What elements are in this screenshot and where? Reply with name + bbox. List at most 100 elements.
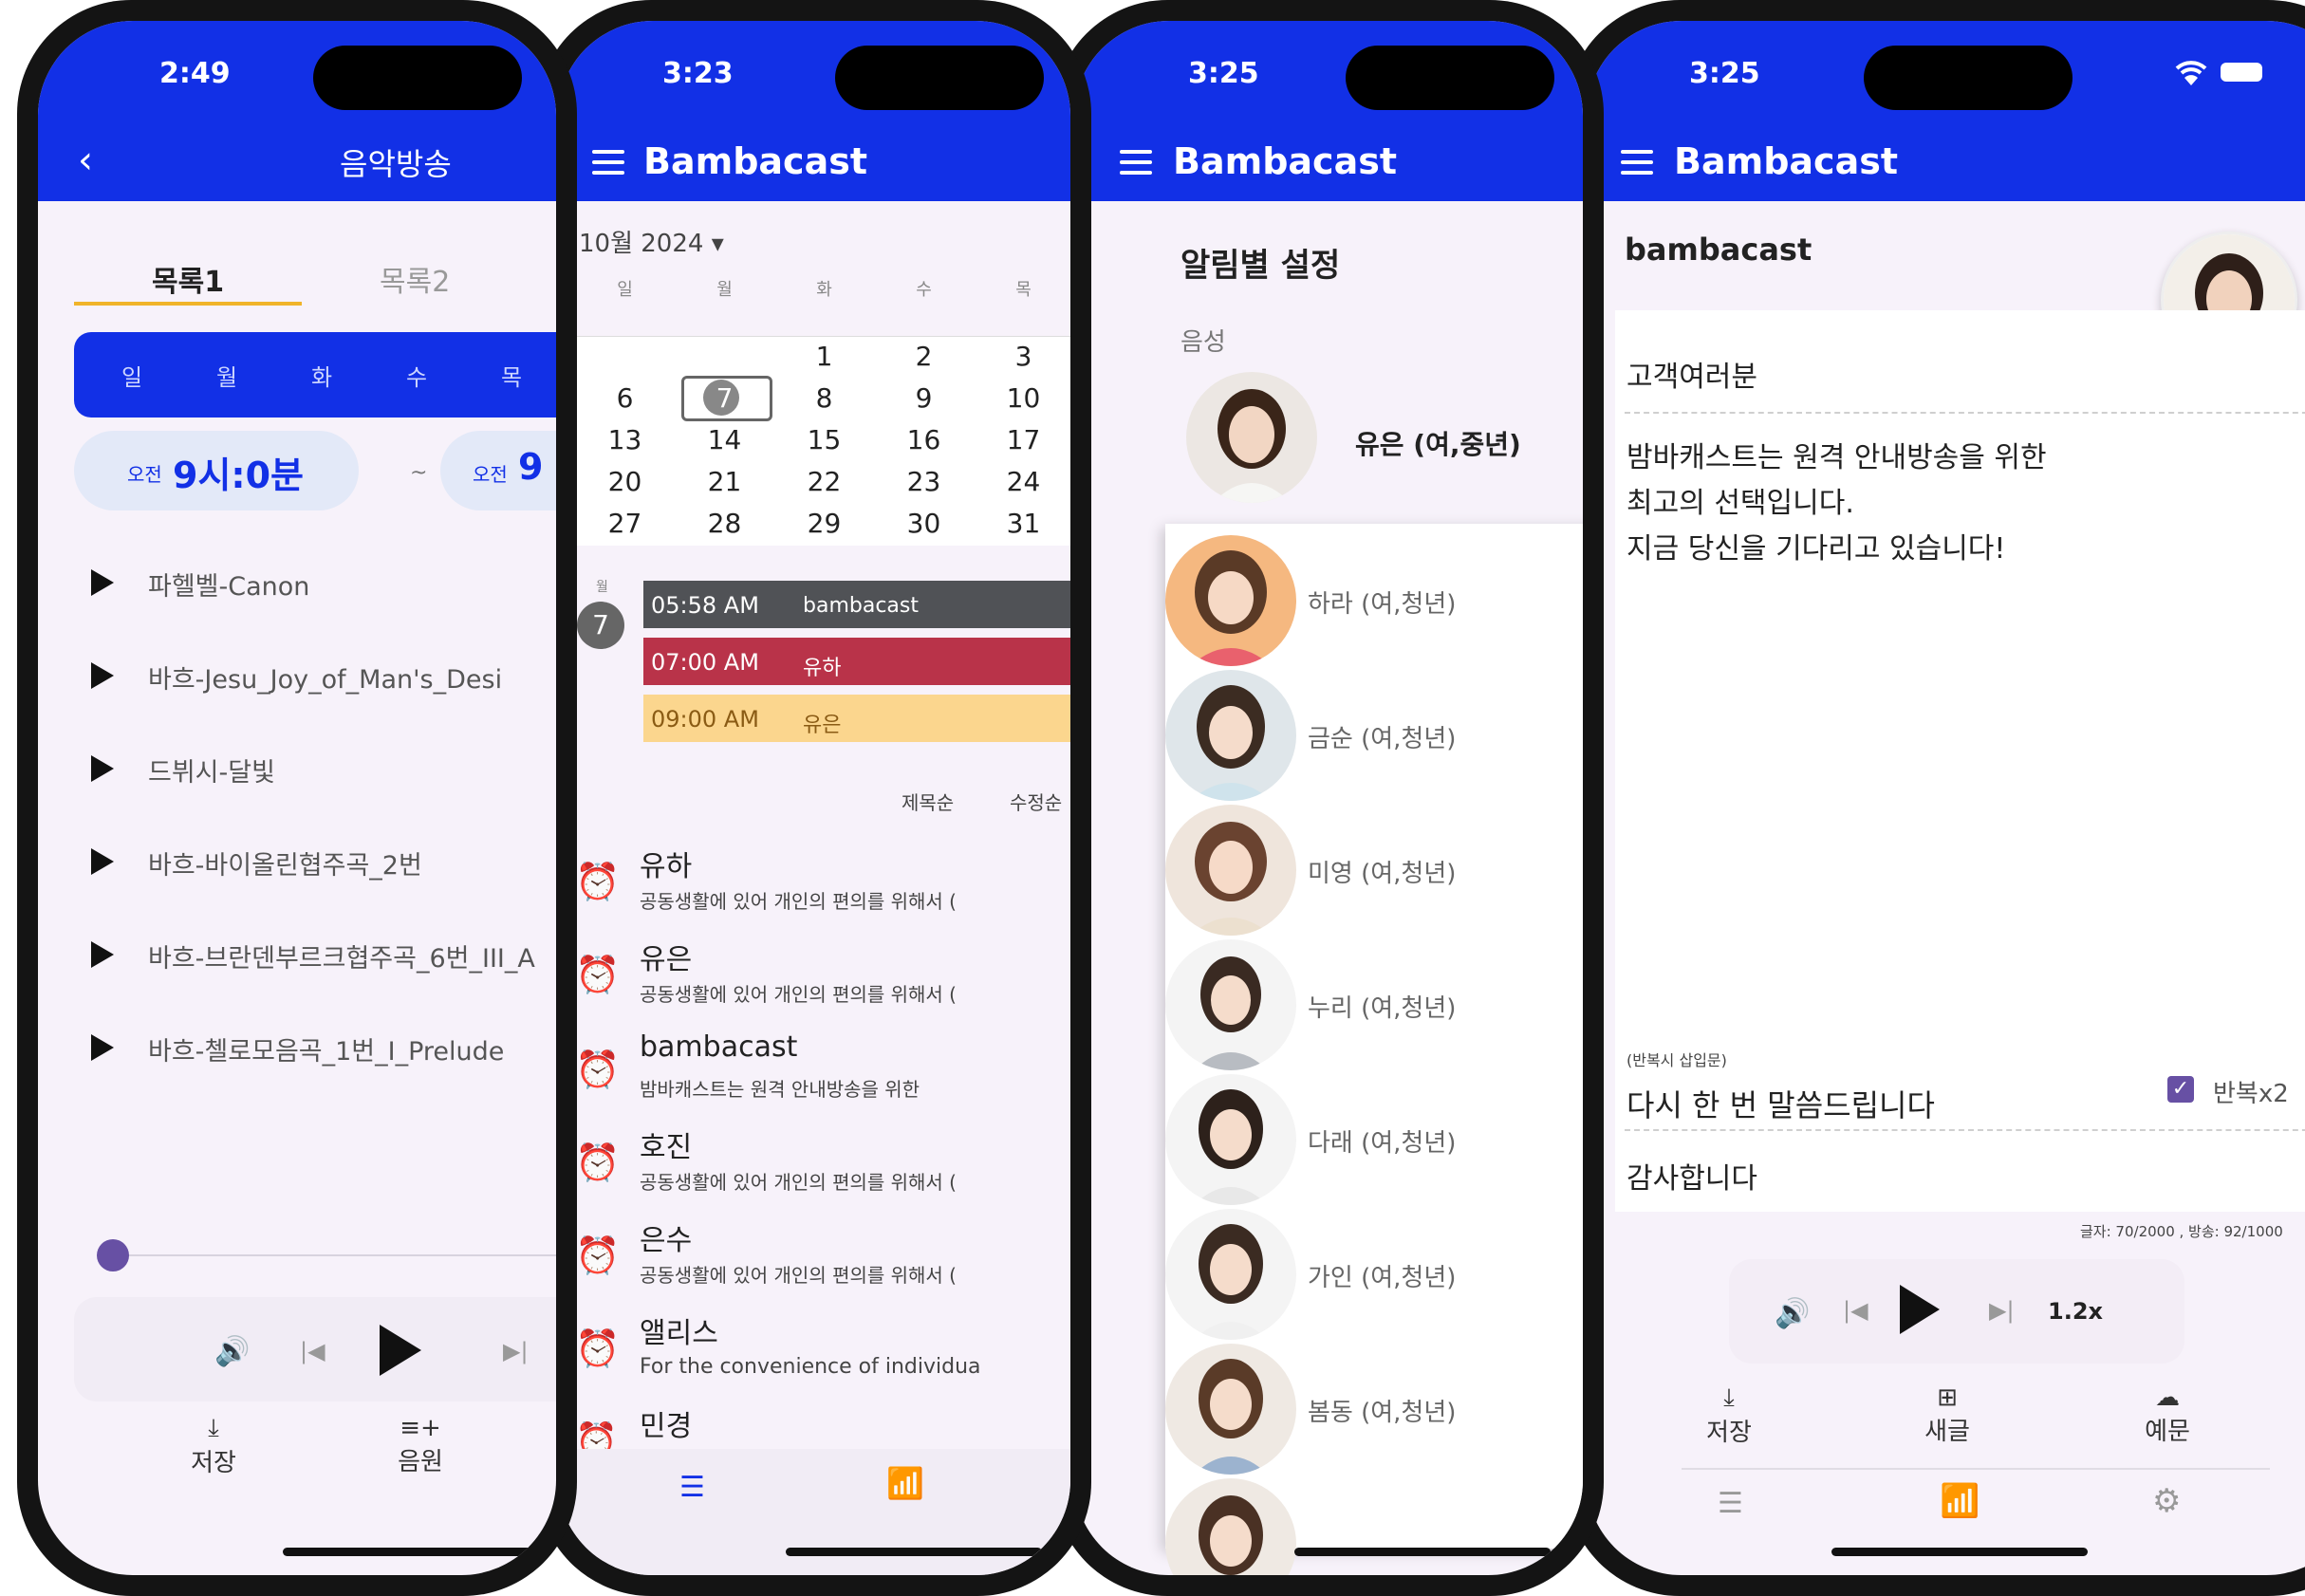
calendar-day[interactable]: 24 [974,461,1070,503]
calendar-day-selected[interactable]: 7 [675,378,774,419]
menu-icon[interactable] [592,150,624,175]
track-item[interactable] [91,662,114,689]
weekday-toggle[interactable]: 화 [311,359,332,392]
month-selector[interactable]: 10월 2024 ▾ [579,224,724,259]
calendar-day[interactable]: 23 [874,461,974,503]
start-time-pill[interactable]: 오전 9시:0분 [74,431,359,510]
calendar-day[interactable]: 2 [874,336,974,378]
alarm-title[interactable]: 민경 [640,1402,692,1444]
seek-thumb[interactable] [97,1239,129,1271]
event-block[interactable]: 05:58 AM bambacast [643,581,1070,628]
alarm-title[interactable]: 유하 [640,843,692,884]
next-icon[interactable]: ▶| [1989,1297,2015,1324]
broadcast-tab-icon[interactable]: 📶 [886,1465,924,1501]
weekday-label: 월 [716,280,733,300]
settings-tab-icon[interactable]: ⚙ [2152,1482,2181,1520]
calendar-day[interactable]: 14 [675,419,774,461]
weekday-toggle[interactable]: 수 [406,359,427,392]
tab-list1[interactable]: 목록1 [152,258,224,300]
voice-option[interactable]: 가인 (여,청년) [1308,1258,1456,1293]
divider [1625,1129,2305,1131]
alarm-title[interactable]: 유은 [640,936,692,977]
calendar-day[interactable]: 27 [575,503,675,545]
weekday-toggle[interactable]: 목 [501,359,522,392]
repeat-text[interactable]: 다시 한 번 말씀드립니다 [1627,1082,1935,1125]
alarm-desc: For the convenience of individua [640,1355,981,1379]
voice-option[interactable]: 봄동 (여,청년) [1308,1393,1456,1428]
save-button[interactable]: ⤓ 저장 [1691,1383,1767,1448]
body-line-3[interactable]: 지금 당신을 기다리고 있습니다! [1627,525,2005,566]
calendar-day[interactable]: 30 [874,503,974,545]
alarm-title[interactable]: 호진 [640,1123,692,1165]
track-item[interactable] [91,755,114,782]
calendar-day[interactable]: 17 [974,419,1070,461]
end-time-value: 9 [518,446,544,488]
voice-option[interactable]: 하라 (여,청년) [1308,585,1456,620]
alarm-clock-icon: ⏰ [575,1049,621,1090]
voice-dropdown: 하라 (여,청년) 금순 (여,청년) 미영 (여,청년) 누리 (여,청년) … [1165,524,1583,1575]
seek-track[interactable] [114,1254,556,1256]
calendar-day[interactable]: 8 [774,378,874,419]
voice-option[interactable]: 누리 (여,청년) [1308,989,1456,1024]
play-icon[interactable] [378,1323,423,1382]
track-item[interactable] [91,1034,114,1061]
event-block[interactable]: 07:00 AM 유하 [643,638,1070,685]
calendar-day[interactable]: 29 [774,503,874,545]
calendar-day[interactable]: 3 [974,336,1070,378]
calendar-day[interactable]: 1 [774,336,874,378]
track-item[interactable] [91,848,114,875]
volume-icon[interactable]: 🔊 [214,1335,250,1368]
sort-by-title[interactable]: 제목순 [902,788,954,815]
new-post-button[interactable]: ⊞ 새글 [1909,1383,1985,1447]
weekday-toggle[interactable]: 일 [121,359,142,392]
event-time: 09:00 AM [651,706,759,733]
alarm-title[interactable]: 은수 [640,1216,692,1258]
track-item[interactable] [91,569,114,596]
list-tab-icon[interactable]: ☰ [679,1471,705,1504]
menu-icon[interactable] [1621,150,1653,175]
next-icon[interactable]: ▶| [503,1338,529,1364]
back-icon[interactable]: ‹ [78,139,93,182]
track-item[interactable] [91,941,114,968]
broadcast-tab-icon[interactable]: 📶 [1940,1482,1980,1520]
calendar-day[interactable]: 9 [874,378,974,419]
closing-field[interactable]: 감사합니다 [1627,1155,1757,1197]
menu-icon[interactable] [1120,150,1152,175]
end-time-pill[interactable]: 오전 9 [440,431,556,510]
save-button[interactable]: ⤓ 저장 [171,1414,256,1478]
home-indicator [1294,1548,1551,1556]
play-icon[interactable] [1898,1283,1942,1340]
previous-icon[interactable]: |◀ [1843,1297,1868,1324]
weekday-toggle[interactable]: 월 [216,359,237,392]
event-block[interactable]: 09:00 AM 유은 [643,695,1070,742]
tab-list2[interactable]: 목록2 [380,258,450,300]
calendar-day[interactable]: 16 [874,419,974,461]
alarm-title[interactable]: bambacast [640,1030,797,1064]
previous-icon[interactable]: |◀ [300,1338,325,1364]
calendar-day[interactable]: 31 [974,503,1070,545]
list-tab-icon[interactable]: ☰ [1718,1487,1743,1520]
calendar-day[interactable]: 28 [675,503,774,545]
calendar-day[interactable]: 22 [774,461,874,503]
current-voice-name[interactable]: 유은 (여,중년) [1355,424,1521,462]
body-line-2[interactable]: 최고의 선택입니다. [1627,479,1854,521]
alarm-title[interactable]: 앨리스 [640,1309,718,1351]
voice-option[interactable]: 미영 (여,청년) [1308,854,1456,889]
add-source-button[interactable]: ≡+ 음원 [378,1414,463,1477]
speed-button[interactable]: 1.2x [2048,1298,2103,1325]
calendar-day[interactable]: 20 [575,461,675,503]
greeting-field[interactable]: 고객여러분 [1627,353,1757,395]
voice-option[interactable]: 다래 (여,청년) [1308,1123,1456,1159]
dynamic-island [1864,46,2073,110]
calendar-day[interactable]: 21 [675,461,774,503]
sort-by-modified[interactable]: 수정순 [1010,788,1062,815]
volume-icon[interactable]: 🔊 [1775,1297,1810,1330]
calendar-day[interactable]: 6 [575,378,675,419]
calendar-day[interactable]: 13 [575,419,675,461]
voice-option[interactable]: 금순 (여,청년) [1308,719,1456,754]
calendar-day[interactable]: 15 [774,419,874,461]
samples-button[interactable]: ☁ 예문 [2129,1383,2205,1447]
body-line-1[interactable]: 밤바캐스트는 원격 안내방송을 위한 [1627,434,2047,475]
repeat-checkbox[interactable]: ✓ [2167,1076,2194,1103]
calendar-day[interactable]: 10 [974,378,1070,419]
